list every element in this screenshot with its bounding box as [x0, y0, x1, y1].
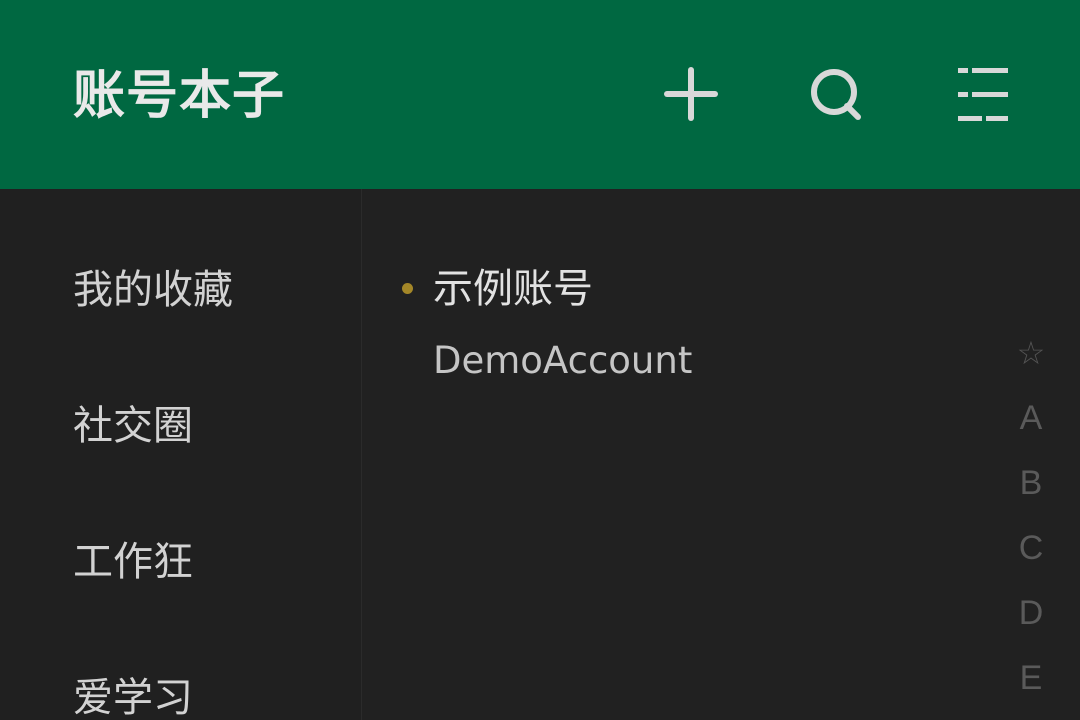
alphabet-index-rail: ☆ A B C D E [1005, 324, 1057, 720]
filter-icon [958, 68, 1008, 121]
index-letter-d[interactable]: D [1005, 588, 1057, 638]
app-title: 账号本子 [73, 66, 286, 126]
index-letter-b[interactable]: B [1005, 458, 1057, 508]
index-favorites-star[interactable]: ☆ [1005, 328, 1057, 378]
index-letter-c[interactable]: C [1005, 523, 1057, 573]
index-letter-e[interactable]: E [1005, 653, 1057, 703]
index-letter-a[interactable]: A [1005, 393, 1057, 443]
search-icon [811, 69, 861, 120]
sidebar-item-social[interactable]: 社交圈 [73, 396, 333, 456]
account-marker-dot [402, 283, 413, 294]
account-list-item[interactable]: 示例账号 DemoAccount [398, 253, 958, 393]
plus-icon [664, 67, 718, 121]
category-sidebar: 我的收藏 社交圈 工作狂 爱学习 [0, 189, 362, 720]
sidebar-item-favorites[interactable]: 我的收藏 [73, 260, 333, 320]
app-bar: 账号本子 [0, 0, 1080, 189]
add-button[interactable] [656, 60, 726, 130]
app-root: 账号本子 我的收藏 社交圈 工作狂 爱学习 示例账号 DemoAccount ☆… [0, 0, 1080, 720]
sidebar-item-work[interactable]: 工作狂 [73, 532, 333, 592]
sidebar-item-study[interactable]: 爱学习 [73, 668, 333, 720]
account-username: DemoAccount [433, 339, 693, 382]
filter-menu-button[interactable] [948, 60, 1018, 130]
search-button[interactable] [801, 60, 871, 130]
account-name: 示例账号 [433, 266, 593, 312]
account-list: 示例账号 DemoAccount [362, 189, 1080, 720]
